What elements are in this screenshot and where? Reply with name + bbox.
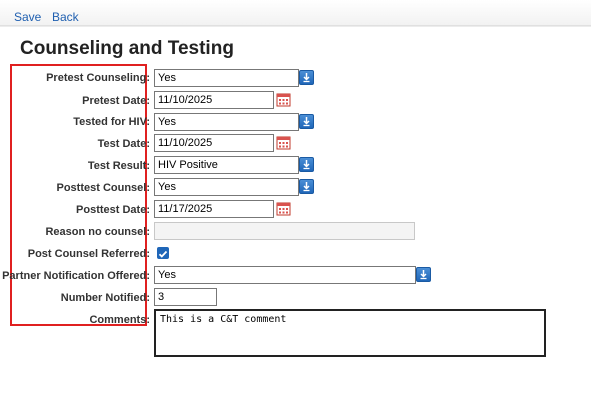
pretest-date-label: Pretest Date: <box>82 95 150 107</box>
test-date-label: Test Date: <box>97 138 150 150</box>
number-notified-label: Number Notified: <box>60 292 150 304</box>
dropdown-arrow-icon[interactable] <box>416 267 431 282</box>
test-date-field[interactable]: 11/10/2025 <box>154 134 274 152</box>
calendar-icon[interactable] <box>276 201 291 216</box>
calendar-icon[interactable] <box>276 135 291 150</box>
dropdown-arrow-icon[interactable] <box>299 114 314 129</box>
tested-for-hiv-select[interactable]: Yes <box>154 113 299 131</box>
reason-no-counsel-label: Reason no counsel: <box>45 226 150 238</box>
pretest-counseling-select[interactable]: Yes <box>154 69 299 87</box>
partner-notification-label: Partner Notification Offered: <box>2 270 150 282</box>
post-counsel-referred-checkbox[interactable] <box>157 247 169 259</box>
test-result-label: Test Result: <box>87 160 150 172</box>
reason-no-counsel-field[interactable] <box>154 222 415 240</box>
dropdown-arrow-icon[interactable] <box>299 179 314 194</box>
posttest-counsel-select[interactable]: Yes <box>154 178 299 196</box>
dropdown-arrow-icon[interactable] <box>299 157 314 172</box>
post-counsel-referred-label: Post Counsel Referred: <box>27 248 150 260</box>
pretest-date-field[interactable]: 11/10/2025 <box>154 91 274 109</box>
comments-label: Comments: <box>89 314 150 326</box>
back-link[interactable]: Back <box>52 10 79 24</box>
posttest-date-label: Posttest Date: <box>76 204 150 216</box>
page-title: Counseling and Testing <box>20 38 234 59</box>
calendar-icon[interactable] <box>276 92 291 107</box>
checkmark-icon <box>158 250 168 258</box>
pretest-counseling-label: Pretest Counseling: <box>46 72 150 84</box>
toolbar: Save Back <box>0 0 591 26</box>
save-link[interactable]: Save <box>14 10 41 24</box>
tested-for-hiv-label: Tested for HIV: <box>73 116 150 128</box>
posttest-date-field[interactable]: 11/17/2025 <box>154 200 274 218</box>
posttest-counsel-label: Posttest Counsel: <box>56 182 150 194</box>
comments-textarea[interactable]: This is a C&T comment <box>154 309 546 357</box>
dropdown-arrow-icon[interactable] <box>299 70 314 85</box>
test-result-select[interactable]: HIV Positive <box>154 156 299 174</box>
toolbar-divider <box>0 26 591 27</box>
partner-notification-select[interactable]: Yes <box>154 266 416 284</box>
number-notified-field[interactable]: 3 <box>154 288 217 306</box>
